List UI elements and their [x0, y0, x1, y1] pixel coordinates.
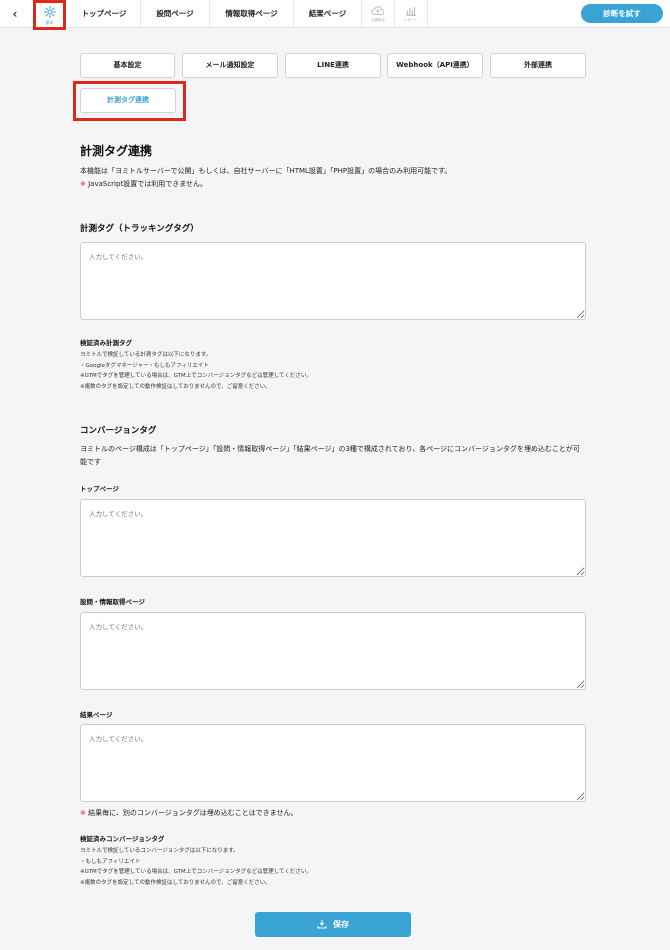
- verified-conversion-line: ヨミトルで検証しているコンバージョンタグは以下になります。: [80, 848, 239, 854]
- publish-settings-label: 公開設定: [371, 18, 385, 22]
- save-button[interactable]: 保存: [255, 912, 411, 937]
- bar-chart-icon: [406, 6, 416, 16]
- conversion-description: ヨミトルのページ構成は「トップページ」「設問・情報取得ページ」「結果ページ」の3…: [80, 445, 580, 466]
- subtab-basic-settings[interactable]: 基本設定: [80, 53, 175, 78]
- report-label: レポート: [404, 18, 418, 22]
- tab-info-page[interactable]: 情報取得ページ: [210, 0, 294, 28]
- tab-settings[interactable]: 基本: [33, 0, 66, 30]
- verified-tags-line: ヨミトルで検証している計測タグは以下になります。: [80, 352, 212, 358]
- conversion-note: ※ 結果毎に、別のコンバージョンタグは埋め込むことはできません。: [80, 807, 590, 820]
- try-diagnosis-button[interactable]: 診断を試す: [581, 4, 663, 23]
- download-icon: [317, 920, 327, 929]
- tab-question-page[interactable]: 設問ページ: [141, 0, 210, 28]
- result-page-label: 結果ページ: [80, 711, 113, 719]
- verified-tags-title: 検証済み計測タグ: [80, 339, 132, 347]
- verified-tags-line: ※複数のタグを設定しての動作検証はしておりませんので、ご留意ください。: [80, 383, 271, 390]
- verified-conversion-line: ※複数のタグを設定しての動作検証はしておりませんので、ご留意ください。: [80, 879, 271, 886]
- verified-conversion-line: ※GTMでタグを管理している場合は、GTM上でコンバージョンタグなどは管理してく…: [80, 869, 312, 875]
- subtab-external[interactable]: 外部連携: [490, 53, 586, 78]
- top-page-tag-input[interactable]: [80, 499, 586, 577]
- subtab-mail-notification[interactable]: メール通知設定: [182, 53, 278, 78]
- save-button-label: 保存: [333, 920, 349, 929]
- tab-report[interactable]: レポート: [395, 0, 428, 28]
- description: 本機能は「ヨミトルサーバーで公開」もしくは、自社サーバーに「HTML設置」「PH…: [80, 165, 590, 191]
- tab-publish-settings[interactable]: 公開設定: [362, 0, 395, 28]
- gear-icon: [44, 6, 56, 18]
- verified-conversion-block: 検証済みコンバージョンタグ ヨミトルで検証しているコンバージョンタグは以下になり…: [80, 833, 590, 888]
- tab-top-page[interactable]: トップページ: [68, 0, 141, 28]
- description-line: 本機能は「ヨミトルサーバーで公開」もしくは、自社サーバーに「HTML設置」「PH…: [80, 167, 452, 175]
- highlight-frame: [73, 81, 186, 121]
- tab-settings-label: 基本: [45, 20, 54, 25]
- cloud-upload-icon: [371, 6, 385, 16]
- tracking-tag-heading: 計測タグ（トラッキングタグ）: [80, 224, 199, 234]
- description-note: ※ JavaScript設置では利用できません。: [80, 178, 590, 191]
- verified-tags-line: ・Googleタグマネージャー・もしもアフィリエイト: [80, 362, 209, 369]
- top-page-label: トップページ: [80, 485, 119, 493]
- verified-tags-line: ※GTMでタグを管理している場合は、GTM上でコンバージョンタグなどは管理してく…: [80, 373, 312, 379]
- verified-conversion-title: 検証済みコンバージョンタグ: [80, 835, 165, 843]
- question-page-tag-input[interactable]: [80, 612, 586, 690]
- tab-result-page[interactable]: 結果ページ: [294, 0, 362, 28]
- subtab-webhook[interactable]: Webhook（API連携）: [387, 53, 483, 78]
- top-navigation-bar: ‹ 基本 トップページ 設問ページ 情報取得ページ 結果ページ 公開設定 レポー…: [0, 0, 670, 30]
- result-page-tag-input[interactable]: [80, 724, 586, 802]
- note-text: 結果毎に、別のコンバージョンタグは埋め込むことはできません。: [85, 809, 298, 817]
- verified-conversion-line: ・もしもアフィリエイト: [80, 858, 141, 865]
- tracking-tag-input[interactable]: [80, 242, 586, 320]
- page-title: 計測タグ連携: [80, 144, 153, 158]
- chevron-left-icon[interactable]: ‹: [8, 6, 22, 22]
- verified-tags-block: 検証済み計測タグ ヨミトルで検証している計測タグは以下になります。 ・Googl…: [80, 337, 590, 392]
- subtab-line[interactable]: LINE連携: [285, 53, 381, 78]
- question-page-label: 設問・情報取得ページ: [80, 598, 145, 606]
- conversion-tag-heading: コンバージョンタグ: [80, 426, 157, 436]
- note-text: JavaScript設置では利用できません。: [85, 180, 207, 188]
